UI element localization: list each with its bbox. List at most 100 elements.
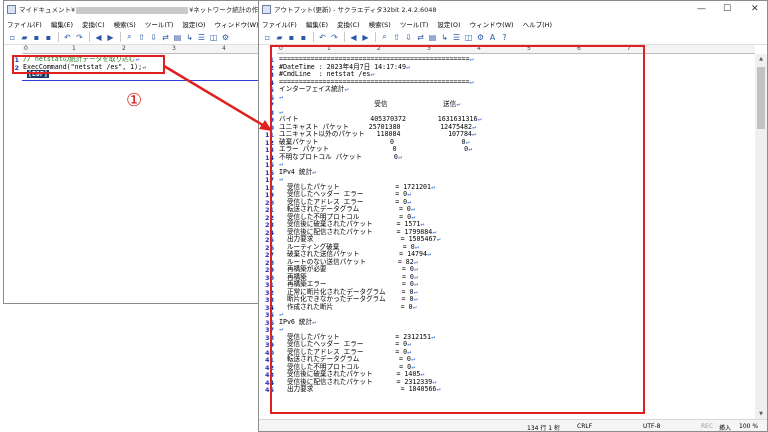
- return-mark-icon: ↵: [431, 182, 435, 191]
- output-editor-window: アウトプット(更新) - サクラエディタ32bit 2.4.2.6048 — ☐…: [258, 0, 768, 432]
- outline-icon[interactable]: ☰: [196, 32, 207, 43]
- open-folder-icon[interactable]: ▰: [19, 32, 30, 43]
- left-title-bar[interactable]: マイドキュメント¥ ¥ネットワーク統計の作: [4, 1, 264, 17]
- return-mark-icon: ↵: [456, 100, 461, 108]
- help-icon[interactable]: ?: [499, 32, 510, 43]
- search-prev-icon[interactable]: ⇧: [136, 32, 147, 43]
- grep-icon[interactable]: ▤: [427, 32, 438, 43]
- status-encoding: UTF-8: [643, 423, 661, 430]
- menu-file[interactable]: ファイル(F): [262, 19, 297, 29]
- ruler-number: 7: [627, 45, 631, 52]
- save-icon[interactable]: ▪: [286, 32, 297, 43]
- search-prev-icon[interactable]: ⇧: [391, 32, 402, 43]
- search-icon[interactable]: ⌕: [379, 32, 390, 43]
- font-icon[interactable]: A: [487, 32, 498, 43]
- back-icon[interactable]: ◀: [348, 32, 359, 43]
- forward-icon[interactable]: ▶: [105, 32, 116, 43]
- output-menu-bar: ファイル(F) 編集(E) 変換(C) 検索(S) ツール(T) 設定(O) ウ…: [259, 17, 767, 30]
- return-mark-icon: ↵: [312, 317, 317, 326]
- cursor-line-underline: [22, 80, 261, 81]
- jump-icon[interactable]: ↳: [184, 32, 195, 43]
- save-all-icon[interactable]: ▪: [298, 32, 309, 43]
- menu-edit[interactable]: 編集(E): [306, 19, 328, 29]
- toolbar-separator: [344, 32, 345, 42]
- return-mark-icon: ↵: [431, 332, 435, 341]
- grep-icon[interactable]: ▤: [172, 32, 183, 43]
- redo-icon[interactable]: ↷: [74, 32, 85, 43]
- output-code-area[interactable]: ========================================…: [279, 55, 482, 394]
- redo-icon[interactable]: ↷: [329, 32, 340, 43]
- menu-window[interactable]: ウィンドウ(W): [470, 19, 514, 29]
- minimize-icon[interactable]: —: [697, 4, 706, 14]
- left-menu-tools[interactable]: ツール(T): [145, 19, 174, 29]
- ruler-number: 3: [172, 45, 176, 52]
- menu-convert[interactable]: 変換(C): [337, 19, 360, 29]
- search-icon[interactable]: ⌕: [124, 32, 135, 43]
- save-icon[interactable]: ▪: [31, 32, 42, 43]
- maximize-icon[interactable]: ☐: [723, 4, 731, 14]
- settings-icon[interactable]: ⚙: [475, 32, 486, 43]
- return-mark-icon: ↵: [412, 302, 417, 311]
- ruler-number: 1: [327, 45, 331, 52]
- ruler-number: 2: [122, 45, 126, 52]
- left-editor-window: マイドキュメント¥ ¥ネットワーク統計の作 ファイル(F) 編集(E) 変換(C)…: [3, 0, 265, 304]
- undo-icon[interactable]: ↶: [62, 32, 73, 43]
- back-icon[interactable]: ◀: [93, 32, 104, 43]
- ruler-number: 0: [279, 45, 283, 52]
- output-line-text: IPv6 統計: [279, 317, 313, 326]
- scroll-down-icon[interactable]: ▼: [755, 411, 767, 417]
- menu-search[interactable]: 検索(S): [369, 19, 391, 29]
- ruler-number: 5: [527, 45, 531, 52]
- vertical-scrollbar[interactable]: ▲ ▼: [755, 54, 767, 419]
- left-menu-file[interactable]: ファイル(F): [7, 19, 42, 29]
- ruler-number: 1: [72, 45, 76, 52]
- left-menu-edit[interactable]: 編集(E): [51, 19, 73, 29]
- left-code-area[interactable]: // netstatの統計データを取り込む↵ ExecCommand("nets…: [23, 55, 147, 79]
- return-mark-icon: ↵: [436, 385, 441, 393]
- left-menu-settings[interactable]: 設定(O): [182, 19, 205, 29]
- return-mark-icon: ↵: [405, 62, 410, 71]
- compare-icon[interactable]: ◫: [463, 32, 474, 43]
- menu-tools[interactable]: ツール(T): [400, 19, 429, 29]
- output-line-text: 不明なプロトコル パケット 0: [279, 152, 398, 161]
- new-file-icon[interactable]: ▫: [7, 32, 18, 43]
- scroll-up-icon[interactable]: ▲: [755, 56, 767, 62]
- replace-icon[interactable]: ⇄: [415, 32, 426, 43]
- return-mark-icon: ↵: [344, 85, 349, 93]
- ruler-number: 2: [377, 45, 381, 52]
- eof-marker: [EOF]: [26, 70, 49, 78]
- open-folder-icon[interactable]: ▰: [274, 32, 285, 43]
- left-line-gutter: 1 2: [4, 54, 22, 303]
- redacted-path: [76, 6, 189, 14]
- return-mark-icon: ↵: [397, 152, 402, 161]
- save-all-icon[interactable]: ▪: [43, 32, 54, 43]
- search-next-icon[interactable]: ⇩: [403, 32, 414, 43]
- close-icon[interactable]: ✕: [751, 4, 759, 14]
- scrollbar-thumb[interactable]: [757, 67, 765, 129]
- menu-settings[interactable]: 設定(O): [437, 19, 460, 29]
- return-mark-icon: ↵: [477, 115, 482, 123]
- ruler-number: 3: [427, 45, 431, 52]
- menu-help[interactable]: ヘルプ(H): [523, 19, 552, 29]
- forward-icon[interactable]: ▶: [360, 32, 371, 43]
- search-next-icon[interactable]: ⇩: [148, 32, 159, 43]
- status-position: 134 行 1 桁: [527, 425, 560, 432]
- left-menu-window[interactable]: ウィンドウ(W): [215, 19, 259, 29]
- new-file-icon[interactable]: ▫: [262, 32, 273, 43]
- compare-icon[interactable]: ◫: [208, 32, 219, 43]
- return-mark-icon: ↵: [436, 235, 441, 243]
- undo-icon[interactable]: ↶: [317, 32, 328, 43]
- output-line-text: 出力要求 = 1840566: [279, 385, 437, 393]
- left-menu-search[interactable]: 検索(S): [114, 19, 136, 29]
- left-window-title: マイドキュメント¥ ¥ネットワーク統計の作: [19, 6, 259, 14]
- settings-icon[interactable]: ⚙: [220, 32, 231, 43]
- output-line-text: 作成された断片 = 0: [279, 302, 413, 311]
- replace-icon[interactable]: ⇄: [160, 32, 171, 43]
- jump-icon[interactable]: ↳: [439, 32, 450, 43]
- outline-icon[interactable]: ☰: [451, 32, 462, 43]
- return-mark-icon: ↵: [142, 62, 147, 71]
- output-title-bar[interactable]: アウトプット(更新) - サクラエディタ32bit 2.4.2.6048: [259, 1, 767, 17]
- output-line-text: IPv4 統計: [279, 167, 313, 176]
- output-line-text: 受信 送信: [279, 100, 457, 108]
- left-menu-convert[interactable]: 変換(C): [82, 19, 105, 29]
